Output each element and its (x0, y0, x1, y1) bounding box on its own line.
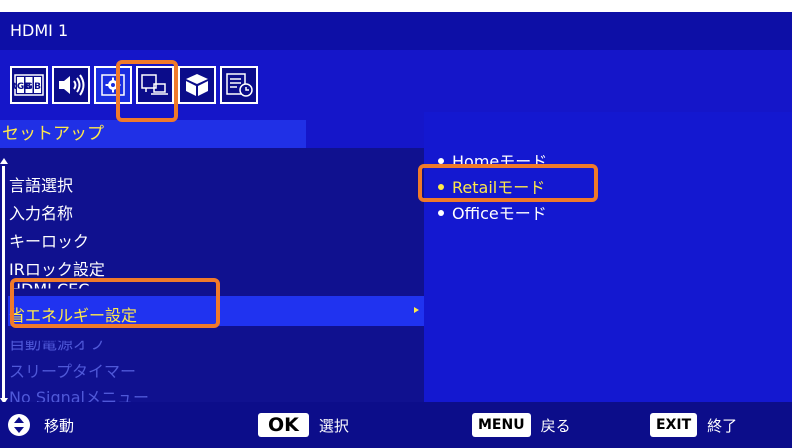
speaker-icon (59, 74, 85, 96)
menu-item-auto-power-off[interactable]: 自動電源オフ (9, 341, 105, 354)
tab-audio[interactable] (52, 66, 90, 104)
menu-item-power-save[interactable]: 省エネルギー設定 (9, 302, 137, 326)
tab-connection[interactable] (136, 66, 174, 104)
menu-item-ir-lock[interactable]: IRロック設定 (9, 256, 105, 280)
menu-item-language[interactable]: 言語選択 (9, 172, 73, 196)
schedule-icon (226, 73, 253, 97)
bullet-icon (438, 183, 444, 190)
bullet-icon (438, 209, 444, 216)
option-home-mode[interactable]: Homeモード (438, 148, 547, 172)
category-tab-bar: RGB G B (10, 56, 258, 114)
menu-item-input-name[interactable]: 入力名称 (9, 200, 73, 224)
tab-picture[interactable]: RGB G B (10, 66, 48, 104)
svg-text:G: G (25, 82, 32, 92)
menu-scrollbar[interactable] (2, 166, 5, 398)
option-office-mode[interactable]: Officeモード (438, 200, 547, 224)
bullet-icon (438, 157, 444, 164)
option-panel: Homeモード Retailモード Officeモード (424, 112, 792, 402)
up-down-nav-icon (8, 414, 30, 436)
footer-move-label: 移動 (44, 416, 75, 435)
title-bar: HDMI 1 (0, 12, 792, 50)
footer-move: 移動 (8, 402, 74, 448)
svg-text:B: B (34, 82, 41, 92)
tab-schedule[interactable] (220, 66, 258, 104)
osd-window: HDMI 1 RGB G B (0, 12, 792, 448)
section-title: セットアップ (0, 120, 306, 148)
footer-key-guide: 移動 OK 選択 MENU 戻る EXIT 終了 (0, 402, 792, 448)
menu-item-key-lock[interactable]: キーロック (9, 228, 89, 252)
footer-ok-label: 選択 (318, 416, 349, 435)
footer-ok: OK 選択 (258, 402, 349, 448)
menu-key[interactable]: MENU (472, 413, 531, 437)
scroll-up-arrow-icon[interactable] (0, 158, 8, 164)
menu-item-sleep-timer[interactable]: スリープタイマー (9, 358, 136, 382)
footer-menu: MENU 戻る (472, 402, 571, 448)
input-title: HDMI 1 (10, 21, 69, 40)
rgb-icon: RGB G B (14, 74, 44, 96)
tab-setup[interactable] (94, 66, 132, 104)
option-retail-mode[interactable]: Retailモード (438, 174, 545, 198)
footer-menu-label: 戻る (540, 416, 571, 435)
exit-key[interactable]: EXIT (650, 413, 698, 437)
section-label: セットアップ (2, 124, 104, 144)
footer-exit: EXIT 終了 (650, 402, 737, 448)
ok-key[interactable]: OK (258, 413, 309, 437)
footer-exit-label: 終了 (707, 416, 738, 435)
cube-icon (186, 74, 208, 96)
gear-icon (101, 74, 125, 96)
submenu-arrow-icon (414, 307, 419, 313)
tab-advanced[interactable] (178, 66, 216, 104)
monitor-laptop-icon (141, 74, 168, 95)
setup-menu-list: 言語選択 入力名称 キーロック IRロック設定 HDMI CEC 省エネルギー設… (0, 148, 424, 407)
